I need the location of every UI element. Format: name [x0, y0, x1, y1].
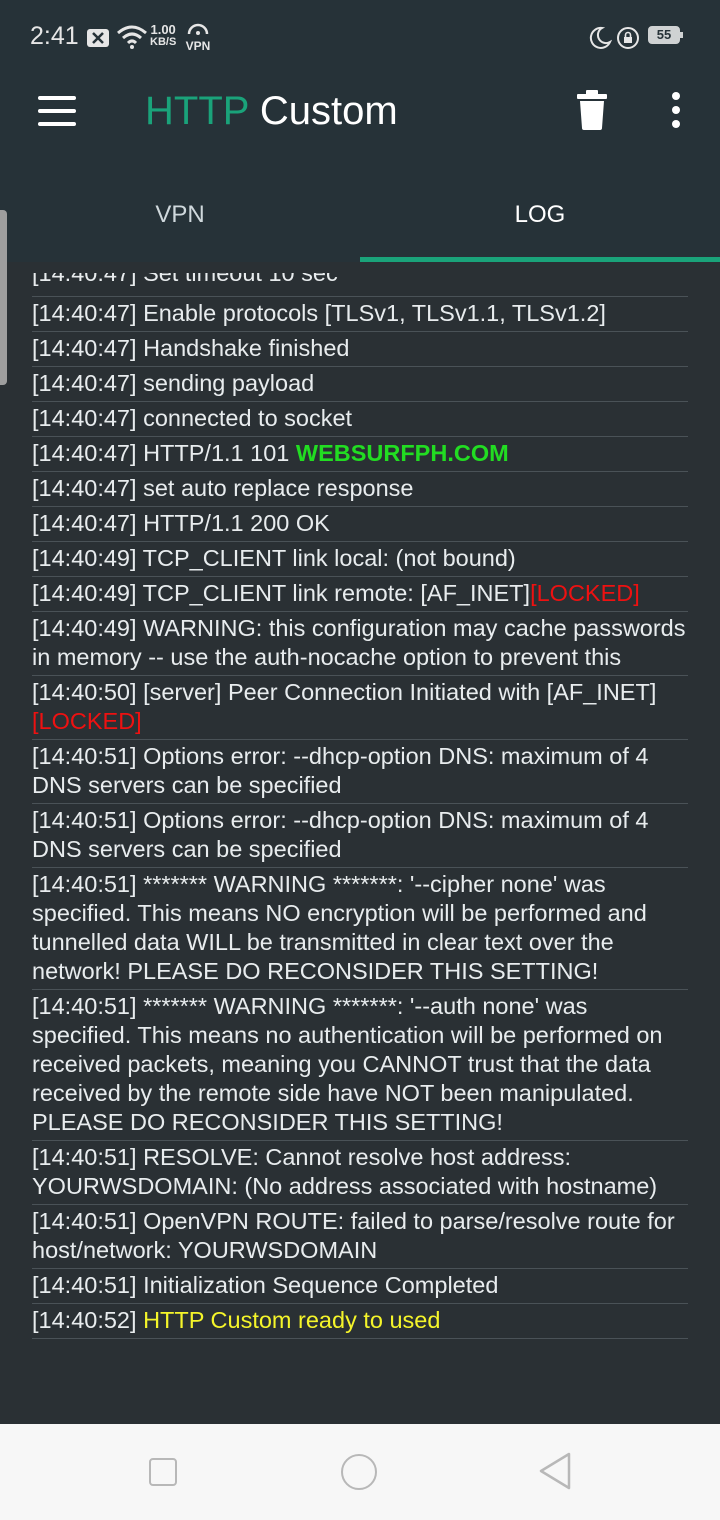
status-time: 2:41 — [30, 22, 79, 50]
menu-icon — [38, 96, 76, 100]
more-options-button[interactable] — [668, 92, 684, 128]
log-text: [14:40:52] — [32, 1307, 144, 1333]
log-list: [14:40:47] Set timeout 10 sec [14:40:47]… — [32, 273, 688, 1339]
app-title: HTTP Custom — [145, 89, 398, 134]
menu-icon-bar — [38, 122, 76, 126]
app-title-rest: Custom — [248, 89, 398, 133]
log-highlight-yellow: HTTP Custom ready to used — [143, 1307, 441, 1333]
status-bar: 2:41 1.00 KB/S VPN 55 — [0, 0, 720, 74]
log-text: [14:40:47] set auto replace response — [32, 475, 414, 501]
home-button[interactable] — [341, 1454, 377, 1490]
network-speed: 1.00 KB/S — [150, 22, 177, 48]
log-entry: [14:40:47] Set timeout 10 sec — [32, 273, 688, 297]
app-bar: HTTP Custom — [0, 74, 720, 146]
log-entry: [14:40:49] TCP_CLIENT link local: (not b… — [32, 542, 688, 577]
more-vert-icon-dot — [672, 120, 680, 128]
back-button[interactable] — [538, 1452, 572, 1490]
log-entry: [14:40:52] HTTP Custom ready to used — [32, 1304, 688, 1339]
navigation-bar — [0, 1424, 720, 1520]
log-text: [14:40:51] Initialization Sequence Compl… — [32, 1272, 499, 1298]
battery-indicator: 55 — [648, 26, 683, 44]
log-entry: [14:40:50] [server] Peer Connection Init… — [32, 676, 688, 740]
log-text: [14:40:51] ******* WARNING *******: '--a… — [32, 993, 663, 1135]
more-vert-icon — [672, 92, 680, 100]
log-entry: [14:40:51] RESOLVE: Cannot resolve host … — [32, 1141, 688, 1205]
log-text: [14:40:49] TCP_CLIENT link remote: [AF_I… — [32, 580, 531, 606]
moon-icon — [589, 26, 612, 49]
log-entry: [14:40:51] OpenVPN ROUTE: failed to pars… — [32, 1205, 688, 1269]
log-entry: [14:40:51] ******* WARNING *******: '--a… — [32, 990, 688, 1141]
speed-unit: KB/S — [150, 36, 177, 48]
menu-button[interactable] — [38, 96, 76, 126]
log-area[interactable]: [14:40:47] Set timeout 10 sec [14:40:47]… — [0, 262, 720, 1424]
log-entry: [14:40:47] Handshake finished — [32, 332, 688, 367]
log-entry: [14:40:47] sending payload — [32, 367, 688, 402]
log-entry: [14:40:47] HTTP/1.1 101 WEBSURFPH.COM — [32, 437, 688, 472]
app-title-accent: HTTP — [145, 89, 249, 133]
trash-icon — [577, 90, 607, 130]
more-vert-icon-dot — [672, 106, 680, 114]
speed-value: 1.00 — [150, 22, 176, 37]
log-highlight-red: [LOCKED] — [32, 708, 142, 734]
log-text: [14:40:47] sending payload — [32, 370, 315, 396]
menu-icon-bar — [38, 109, 76, 113]
log-entry: [14:40:47] HTTP/1.1 200 OK — [32, 507, 688, 542]
log-entry: [14:40:51] Initialization Sequence Compl… — [32, 1269, 688, 1304]
log-text: [14:40:51] RESOLVE: Cannot resolve host … — [32, 1144, 658, 1199]
log-entry: [14:40:47] connected to socket — [32, 402, 688, 437]
log-text: [14:40:51] Options error: --dhcp-option … — [32, 807, 649, 862]
vpn-indicator: VPN — [185, 22, 211, 52]
log-text: [14:40:47] HTTP/1.1 200 OK — [32, 510, 330, 536]
log-text: [14:40:51] Options error: --dhcp-option … — [32, 743, 649, 798]
wifi-icon — [117, 25, 147, 49]
vpn-label: VPN — [185, 39, 211, 53]
log-entry: [14:40:47] Enable protocols [TLSv1, TLSv… — [32, 297, 688, 332]
log-text: [14:40:47] Handshake finished — [32, 335, 350, 361]
log-text: [14:40:51] ******* WARNING *******: '--c… — [32, 871, 647, 984]
log-entry: [14:40:49] WARNING: this configuration m… — [32, 612, 688, 676]
scroll-handle[interactable] — [0, 210, 7, 385]
log-highlight-green: WEBSURFPH.COM — [295, 440, 509, 466]
tab-log[interactable]: LOG — [360, 180, 720, 262]
log-text: [14:40:47] Enable protocols [TLSv1, TLSv… — [32, 300, 606, 326]
tab-bar: VPN LOG — [0, 180, 720, 262]
log-text: [14:40:47] HTTP/1.1 101 — [32, 440, 296, 466]
log-text: [14:40:50] [server] Peer Connection Init… — [32, 679, 657, 705]
clear-log-button[interactable] — [576, 90, 608, 130]
log-text: [14:40:51] OpenVPN ROUTE: failed to pars… — [32, 1208, 675, 1263]
log-text: [14:40:49] TCP_CLIENT link local: (not b… — [32, 545, 516, 571]
log-text: [14:40:47] connected to socket — [32, 405, 353, 431]
log-entry: [14:40:49] TCP_CLIENT link remote: [AF_I… — [32, 577, 688, 612]
notification-x-icon — [87, 29, 109, 47]
log-entry: [14:40:51] Options error: --dhcp-option … — [32, 804, 688, 868]
log-text: [14:40:49] WARNING: this configuration m… — [32, 615, 686, 670]
tab-vpn[interactable]: VPN — [0, 180, 360, 262]
log-highlight-red: [LOCKED] — [530, 580, 640, 606]
log-entry: [14:40:51] ******* WARNING *******: '--c… — [32, 868, 688, 990]
log-text: [14:40:47] Set timeout 10 sec — [32, 273, 338, 286]
log-entry: [14:40:47] set auto replace response — [32, 472, 688, 507]
rotation-lock-icon — [617, 27, 639, 49]
log-entry: [14:40:51] Options error: --dhcp-option … — [32, 740, 688, 804]
vpn-key-icon — [187, 23, 209, 35]
recent-apps-button[interactable] — [149, 1458, 177, 1486]
